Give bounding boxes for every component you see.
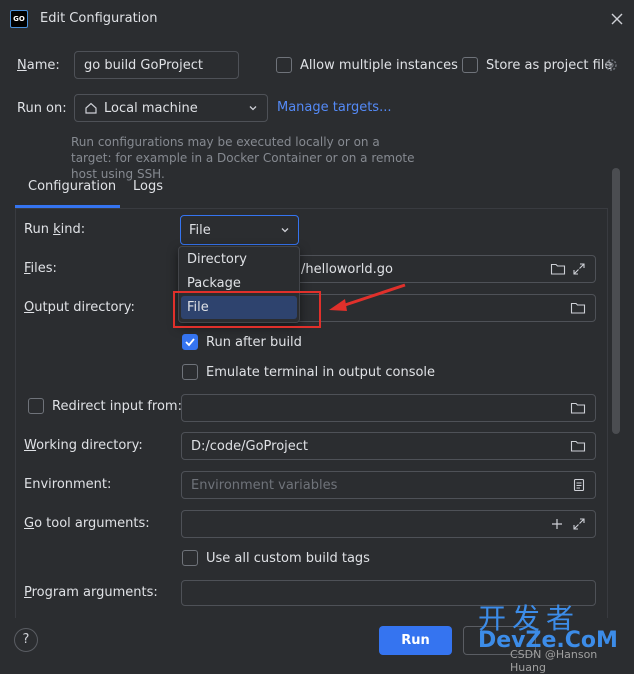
annotation-arrow (325, 280, 410, 319)
tab-configuration[interactable]: Configuration (28, 179, 116, 194)
environment-input[interactable]: Environment variables (181, 471, 596, 499)
run-kind-label: Run kind: (24, 222, 86, 237)
environment-placeholder: Environment variables (191, 477, 338, 493)
run-button[interactable]: Run (379, 626, 452, 655)
tab-logs[interactable]: Logs (133, 179, 163, 194)
custom-build-tags-label: Use all custom build tags (206, 551, 370, 566)
name-label: Name: (17, 58, 60, 73)
go-tool-args-input[interactable] (181, 510, 596, 538)
chevron-down-icon (249, 106, 257, 111)
option-directory[interactable]: Directory (181, 248, 297, 271)
store-project-checkbox[interactable] (462, 57, 478, 73)
working-dir-label: Working directory: (24, 438, 143, 453)
plus-icon[interactable] (550, 517, 564, 531)
run-kind-dropdown[interactable]: File (180, 215, 299, 245)
title-bar: GO Edit Configuration (0, 0, 634, 40)
expand-icon[interactable] (572, 517, 586, 531)
folder-icon[interactable] (570, 438, 586, 454)
redirect-input-field[interactable] (181, 394, 596, 422)
emulate-terminal-checkbox[interactable] (182, 364, 198, 380)
redirect-input-label: Redirect input from: (52, 399, 182, 414)
goland-app-icon: GO (10, 10, 28, 28)
output-dir-label: Output directory: (24, 300, 135, 315)
vertical-scrollbar[interactable] (612, 168, 620, 434)
chevron-down-icon (281, 228, 289, 233)
annotation-highlight-box (173, 291, 321, 328)
folder-icon[interactable] (570, 400, 586, 416)
run-on-value: Local machine (104, 100, 198, 116)
redirect-input-checkbox[interactable] (28, 398, 44, 414)
run-after-build-label: Run after build (206, 335, 302, 350)
go-tool-args-label: Go tool arguments: (24, 516, 150, 531)
help-button[interactable]: ? (14, 628, 38, 652)
gear-icon[interactable] (603, 57, 619, 77)
manage-targets-link[interactable]: Manage targets... (277, 100, 391, 115)
watermark-credit: CSDN @Hanson Huang (510, 648, 598, 674)
allow-multiple-label: Allow multiple instances (300, 58, 458, 73)
run-after-build-checkbox[interactable] (182, 334, 198, 350)
emulate-terminal-label: Emulate terminal in output console (206, 365, 436, 380)
environment-label: Environment: (24, 477, 112, 492)
run-kind-value: File (189, 222, 211, 238)
name-input[interactable]: go build GoProject (74, 51, 239, 79)
window-title: Edit Configuration (40, 11, 158, 26)
files-label: Files: (24, 261, 57, 276)
folder-icon[interactable] (570, 300, 586, 316)
working-dir-input[interactable]: D:/code/GoProject (181, 432, 596, 460)
checkmark-icon (185, 338, 195, 347)
allow-multiple-checkbox[interactable] (276, 57, 292, 73)
document-icon[interactable] (572, 478, 586, 492)
close-icon[interactable] (606, 8, 628, 30)
store-project-label: Store as project file (486, 58, 613, 73)
program-args-label: Program arguments: (24, 585, 158, 600)
run-on-hint: Run configurations may be executed local… (71, 135, 415, 181)
working-dir-value: D:/code/GoProject (191, 438, 309, 454)
run-on-dropdown[interactable]: Local machine (74, 94, 268, 122)
home-icon (85, 102, 97, 114)
custom-build-tags-checkbox[interactable] (182, 550, 198, 566)
run-on-label: Run on: (17, 101, 67, 116)
expand-icon[interactable] (572, 262, 586, 276)
folder-icon[interactable] (550, 261, 566, 277)
